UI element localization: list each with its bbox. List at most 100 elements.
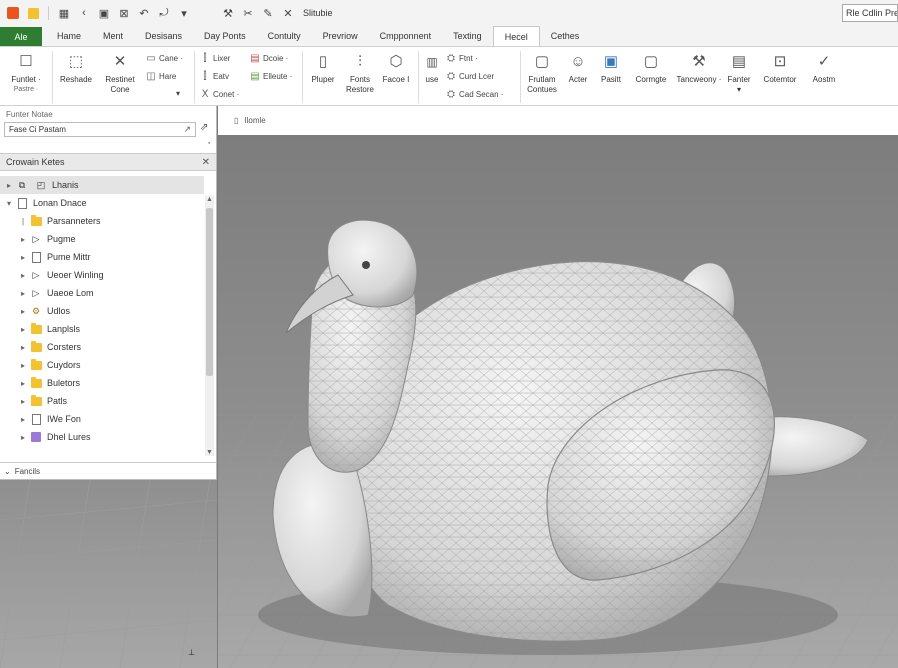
expand-icon[interactable]: ▸ [18, 397, 28, 406]
tree-item[interactable]: ▸ ▷ Pugme [18, 230, 76, 248]
close-icon[interactable]: ⊠ [115, 4, 133, 22]
expand-icon[interactable]: ▸ [18, 343, 28, 352]
edit-icon[interactable]: ↗ [183, 124, 191, 135]
dcoie-button[interactable]: ▤ Dcoie · [250, 53, 288, 64]
facoe-button[interactable]: ⬡ Facoe I [378, 53, 414, 85]
expand-icon[interactable]: ▸ [18, 433, 28, 442]
curd-lcer-button[interactable]: ⛭ Curd Lcer [446, 71, 494, 82]
check-icon: ✓ [817, 53, 831, 70]
panel-footer[interactable]: ⌄ Fancils [0, 462, 216, 480]
box-icon: ⊡ [773, 53, 787, 70]
redo-icon[interactable]: ⤾ [155, 4, 173, 22]
cane-button[interactable]: ▭ Cane · [146, 53, 183, 64]
expand-icon[interactable]: ▸ [18, 361, 28, 370]
tool-a-icon[interactable]: ⚒ [219, 4, 237, 22]
elleute-button[interactable]: ▤ Elleute · [250, 71, 292, 82]
image-icon: ▣ [603, 53, 619, 70]
tree-item[interactable]: ▸ Corsters [18, 338, 81, 356]
frutlam-button[interactable]: ▢ Frutlam Contues [524, 53, 560, 95]
expand-icon[interactable]: ▸ [18, 235, 28, 244]
close-icon[interactable]: ✕ [202, 157, 210, 168]
curd-icon: ⛭ [447, 71, 455, 82]
tab-model[interactable]: Hecel [492, 26, 540, 46]
cotemtor-button[interactable]: ⊡ Cotemtor [758, 53, 802, 85]
lixer-button[interactable]: ⫿ Lixer [200, 53, 230, 64]
scroll-thumb[interactable] [206, 208, 213, 376]
tab-design[interactable]: Desisans [134, 26, 193, 46]
tree-item[interactable]: ▸ ▷ Ueoer Winling [18, 266, 104, 284]
x-icon[interactable]: ✕ [279, 4, 297, 22]
ftnt-button[interactable]: ⛭ Ftnt · [446, 53, 478, 64]
tree-item[interactable]: ▸ IWe Fon [18, 410, 81, 428]
tab-menu[interactable]: Ment [92, 26, 134, 46]
tree-item[interactable]: ▸ ⚙ Udlos [18, 302, 70, 320]
expand-icon[interactable]: ▸ [18, 379, 28, 388]
eatv-button[interactable]: ⫿ Eatv [200, 71, 229, 82]
tree-item[interactable]: ▸ Dhel Lures [18, 428, 91, 446]
play-icon: ▷ [32, 233, 40, 244]
hare-icon: ◫ [146, 71, 156, 82]
tab-preview[interactable]: Prevriow [312, 26, 369, 46]
tab-file[interactable]: Ale [0, 27, 42, 46]
hare-button[interactable]: ◫ Hare [146, 71, 176, 82]
tree-item[interactable]: ▸ Pume Mittr [18, 248, 91, 266]
expand-icon[interactable]: ▸ [18, 325, 28, 334]
tab-day-points[interactable]: Day Ponts [193, 26, 257, 46]
pluper-button[interactable]: ▯ Pluper [306, 53, 340, 85]
tree-item[interactable]: ▸ Lanplsls [18, 320, 80, 338]
tab-others[interactable]: Cethes [540, 26, 591, 46]
expand-icon[interactable]: ▸ [18, 289, 28, 298]
collapse-icon[interactable]: ▾ [4, 199, 14, 208]
tree-item[interactable]: ▾ Lonan Dnace [4, 194, 87, 212]
tree-item[interactable]: ▸ Patls [18, 392, 67, 410]
tree-line-icon: | [21, 216, 25, 226]
grid-icon[interactable]: ▦ [55, 4, 73, 22]
tab-continuity[interactable]: Contulty [257, 26, 312, 46]
cad-secan-button[interactable]: ⛭ Cad Secan · [446, 89, 503, 100]
use-button[interactable]: ▥ use [421, 53, 443, 85]
cut-icon[interactable]: ✂ [239, 4, 257, 22]
tab-home[interactable]: Hame [46, 26, 92, 46]
search-input[interactable]: Rle Cdlin Pre [842, 4, 898, 22]
scroll-up-icon[interactable]: ▲ [205, 196, 214, 203]
expand-icon[interactable]: ▸ [18, 307, 28, 316]
dcoie-icon: ▤ [250, 53, 260, 64]
shape-icon: ⬚ [68, 53, 84, 70]
expand-icon[interactable]: ▸ [18, 271, 28, 280]
undo-icon[interactable]: ↶ [135, 4, 153, 22]
pencil-icon[interactable]: ✎ [259, 4, 277, 22]
save-icon[interactable] [24, 4, 42, 22]
go-arrow-icon[interactable]: ⇗ [200, 122, 208, 133]
more-dropdown[interactable]: ▾ [176, 89, 180, 98]
back-icon[interactable]: ‹ [75, 4, 93, 22]
dropdown-icon[interactable]: ▾ [175, 4, 193, 22]
scroll-down-icon[interactable]: ▼ [205, 449, 214, 456]
tab-texting[interactable]: Texting [442, 26, 493, 46]
fanter-button[interactable]: ▤ Fanter ▾ [722, 53, 756, 95]
tancweony-button[interactable]: ⚒ Tancweony · [674, 53, 724, 85]
function-button[interactable]: ☐ Funtlet · Pastre · [6, 53, 46, 95]
reshade-button[interactable]: ⬚ Reshade [56, 53, 96, 85]
fonts-button[interactable]: ⫶ Fonts Restore [342, 53, 378, 95]
conet-button[interactable]: Ⅹ Conet · [200, 89, 240, 100]
tools-icon: ⚒ [692, 53, 706, 70]
pasitt-button[interactable]: ▣ Pasitt [594, 53, 628, 85]
cormgte-button[interactable]: ▢ Cormgte [630, 53, 672, 85]
tab-component[interactable]: Cmpponnent [369, 26, 443, 46]
expand-icon[interactable]: ▸ [18, 253, 28, 262]
expand-icon[interactable]: ▸ [4, 181, 14, 190]
window-icon[interactable]: ▣ [95, 4, 113, 22]
find-input[interactable]: Fase Ci Pastam ↗ [4, 122, 196, 137]
restinet-button[interactable]: ✕ Restinet Cone [100, 53, 140, 95]
viewport-label: Ilomle [244, 116, 266, 125]
aostm-button[interactable]: ✓ Aostm [806, 53, 842, 85]
tree-scrollbar[interactable]: ▲ ▼ [205, 196, 214, 456]
tree-item[interactable]: ▸ Cuydors [18, 356, 81, 374]
tree-item[interactable]: ▸ Buletors [18, 374, 80, 392]
tree-item[interactable]: ▸ ⧉ ◰ Lhanis [0, 176, 204, 194]
tree-item[interactable]: | Parsanneters [18, 212, 101, 230]
tree-item[interactable]: ▸ ▷ Uaeoe Lom [18, 284, 94, 302]
expand-icon[interactable]: ▸ [18, 415, 28, 424]
3d-viewport[interactable] [218, 135, 898, 668]
acter-button[interactable]: ☺ Acter [562, 53, 594, 85]
